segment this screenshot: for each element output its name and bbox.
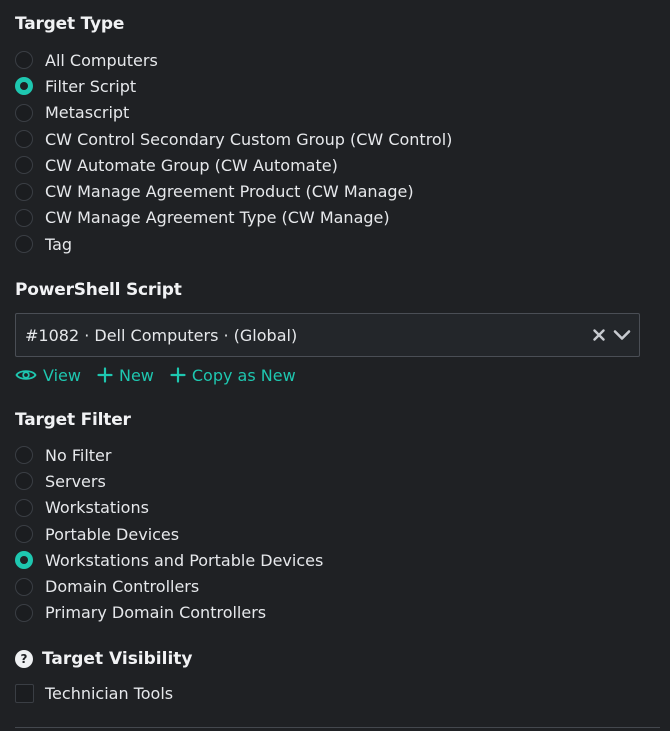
radio-all-computers[interactable]: All Computers — [15, 47, 452, 73]
radio-button[interactable] — [15, 472, 33, 491]
powershell-script-select[interactable]: #1082 · Dell Computers · (Global) — [15, 313, 640, 357]
target-type-radio-group: All Computers Filter Script Metascript C… — [15, 47, 452, 257]
plus-icon — [170, 367, 192, 383]
radio-button[interactable] — [15, 235, 33, 254]
radio-button-checked[interactable] — [15, 551, 33, 570]
radio-label: CW Control Secondary Custom Group (CW Co… — [45, 129, 453, 149]
radio-primary-domain-controllers[interactable]: Primary Domain Controllers — [15, 600, 323, 626]
radio-workstations[interactable]: Workstations — [15, 495, 323, 521]
new-label: New — [118, 365, 154, 385]
target-visibility-header: ? Target Visibility — [15, 649, 193, 669]
powershell-script-title: PowerShell Script — [15, 280, 182, 300]
new-link[interactable]: New — [97, 366, 154, 385]
radio-button[interactable] — [15, 156, 33, 175]
radio-cw-manage-agreement-type[interactable]: CW Manage Agreement Type (CW Manage) — [15, 205, 452, 231]
radio-button-checked[interactable] — [15, 77, 33, 96]
radio-label: No Filter — [45, 445, 112, 465]
radio-button[interactable] — [15, 577, 33, 596]
radio-button[interactable] — [15, 51, 33, 70]
eye-icon — [15, 368, 43, 382]
radio-button[interactable] — [15, 130, 33, 149]
radio-label: Primary Domain Controllers — [45, 603, 267, 623]
radio-cw-automate-group[interactable]: CW Automate Group (CW Automate) — [15, 152, 452, 178]
technician-tools-checkbox[interactable] — [15, 684, 34, 703]
copy-as-new-label: Copy as New — [191, 365, 296, 385]
radio-metascript[interactable]: Metascript — [15, 100, 452, 126]
radio-cw-control-group[interactable]: CW Control Secondary Custom Group (CW Co… — [15, 126, 452, 152]
view-link[interactable]: View — [15, 366, 81, 385]
radio-label: Servers — [45, 471, 106, 491]
radio-filter-script[interactable]: Filter Script — [15, 73, 452, 99]
divider — [15, 727, 660, 728]
radio-label: CW Automate Group (CW Automate) — [45, 155, 338, 175]
clear-icon[interactable] — [593, 329, 605, 341]
radio-button[interactable] — [15, 103, 33, 122]
radio-label: Workstations and Portable Devices — [45, 550, 324, 570]
chevron-down-icon[interactable] — [613, 329, 631, 341]
radio-button[interactable] — [15, 446, 33, 465]
radio-servers[interactable]: Servers — [15, 468, 323, 494]
target-settings-panel: Target Type All Computers Filter Script … — [0, 0, 670, 731]
target-filter-title: Target Filter — [15, 410, 131, 430]
radio-label: CW Manage Agreement Type (CW Manage) — [45, 208, 390, 228]
radio-label: Tag — [45, 234, 73, 254]
target-filter-radio-group: No Filter Servers Workstations Portable … — [15, 442, 323, 626]
radio-no-filter[interactable]: No Filter — [15, 442, 323, 468]
radio-label: Metascript — [45, 103, 130, 123]
radio-button[interactable] — [15, 182, 33, 201]
radio-cw-manage-agreement-product[interactable]: CW Manage Agreement Product (CW Manage) — [15, 178, 452, 204]
radio-tag[interactable]: Tag — [15, 231, 452, 257]
view-label: View — [43, 365, 81, 385]
script-actions: View New Copy as New — [15, 364, 312, 386]
radio-label: Filter Script — [45, 76, 137, 96]
target-visibility-title: Target Visibility — [42, 649, 193, 669]
select-controls — [593, 329, 631, 341]
select-value: #1082 · Dell Computers · (Global) — [25, 325, 298, 345]
radio-label: CW Manage Agreement Product (CW Manage) — [45, 182, 414, 202]
radio-portable-devices[interactable]: Portable Devices — [15, 521, 323, 547]
radio-label: Portable Devices — [45, 524, 180, 544]
radio-button[interactable] — [15, 498, 33, 517]
help-icon[interactable]: ? — [15, 650, 33, 668]
checkbox-label: Technician Tools — [45, 684, 174, 703]
radio-workstations-and-portable-devices[interactable]: Workstations and Portable Devices — [15, 547, 323, 573]
radio-button[interactable] — [15, 525, 33, 544]
radio-button[interactable] — [15, 208, 33, 227]
plus-icon — [97, 367, 119, 383]
radio-label: All Computers — [45, 50, 158, 70]
technician-tools-option[interactable]: Technician Tools — [15, 684, 173, 703]
target-type-title: Target Type — [15, 14, 125, 34]
radio-button[interactable] — [15, 603, 33, 622]
radio-domain-controllers[interactable]: Domain Controllers — [15, 573, 323, 599]
radio-label: Workstations — [45, 498, 149, 518]
copy-as-new-link[interactable]: Copy as New — [170, 366, 296, 385]
radio-label: Domain Controllers — [45, 577, 200, 597]
